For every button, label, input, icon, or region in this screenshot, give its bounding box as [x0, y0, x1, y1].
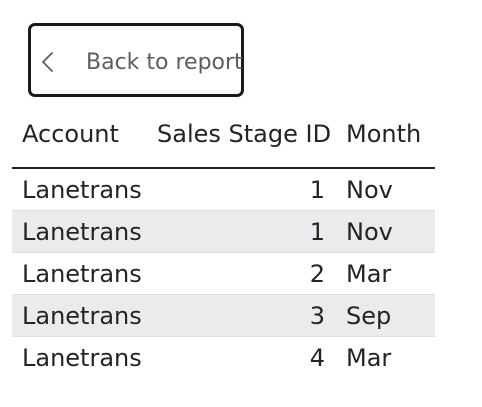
column-header-sales-stage-id[interactable]: Sales Stage ID — [157, 119, 331, 149]
cell-month: Mar — [346, 260, 392, 288]
cell-sales-stage-id: 1 — [309, 218, 325, 246]
cell-sales-stage-id: 3 — [309, 302, 325, 330]
cell-month: Nov — [346, 218, 393, 246]
cell-sales-stage-id: 4 — [309, 344, 325, 372]
column-header-account[interactable]: Account — [22, 119, 119, 149]
table-row[interactable]: Lanetrans 1 Nov — [12, 211, 435, 253]
cell-sales-stage-id: 1 — [309, 176, 325, 204]
data-table: Account Sales Stage ID Month Lanetrans 1… — [12, 110, 435, 379]
back-to-report-button[interactable]: Back to report — [28, 23, 244, 97]
cell-month: Mar — [346, 344, 392, 372]
table-row[interactable]: Lanetrans 4 Mar — [12, 337, 435, 379]
cell-account: Lanetrans — [22, 176, 142, 204]
cell-account: Lanetrans — [22, 260, 142, 288]
column-header-month[interactable]: Month — [346, 119, 421, 149]
cell-month: Sep — [346, 302, 392, 330]
table-row[interactable]: Lanetrans 2 Mar — [12, 253, 435, 295]
chevron-left-icon — [42, 52, 53, 72]
cell-account: Lanetrans — [22, 218, 142, 246]
cell-sales-stage-id: 2 — [309, 260, 325, 288]
cell-account: Lanetrans — [22, 344, 142, 372]
back-button-label: Back to report — [86, 50, 243, 75]
table-row[interactable]: Lanetrans 1 Nov — [12, 169, 435, 211]
table-row[interactable]: Lanetrans 3 Sep — [12, 295, 435, 337]
cell-account: Lanetrans — [22, 302, 142, 330]
cell-month: Nov — [346, 176, 393, 204]
table-header-row: Account Sales Stage ID Month — [12, 110, 435, 169]
